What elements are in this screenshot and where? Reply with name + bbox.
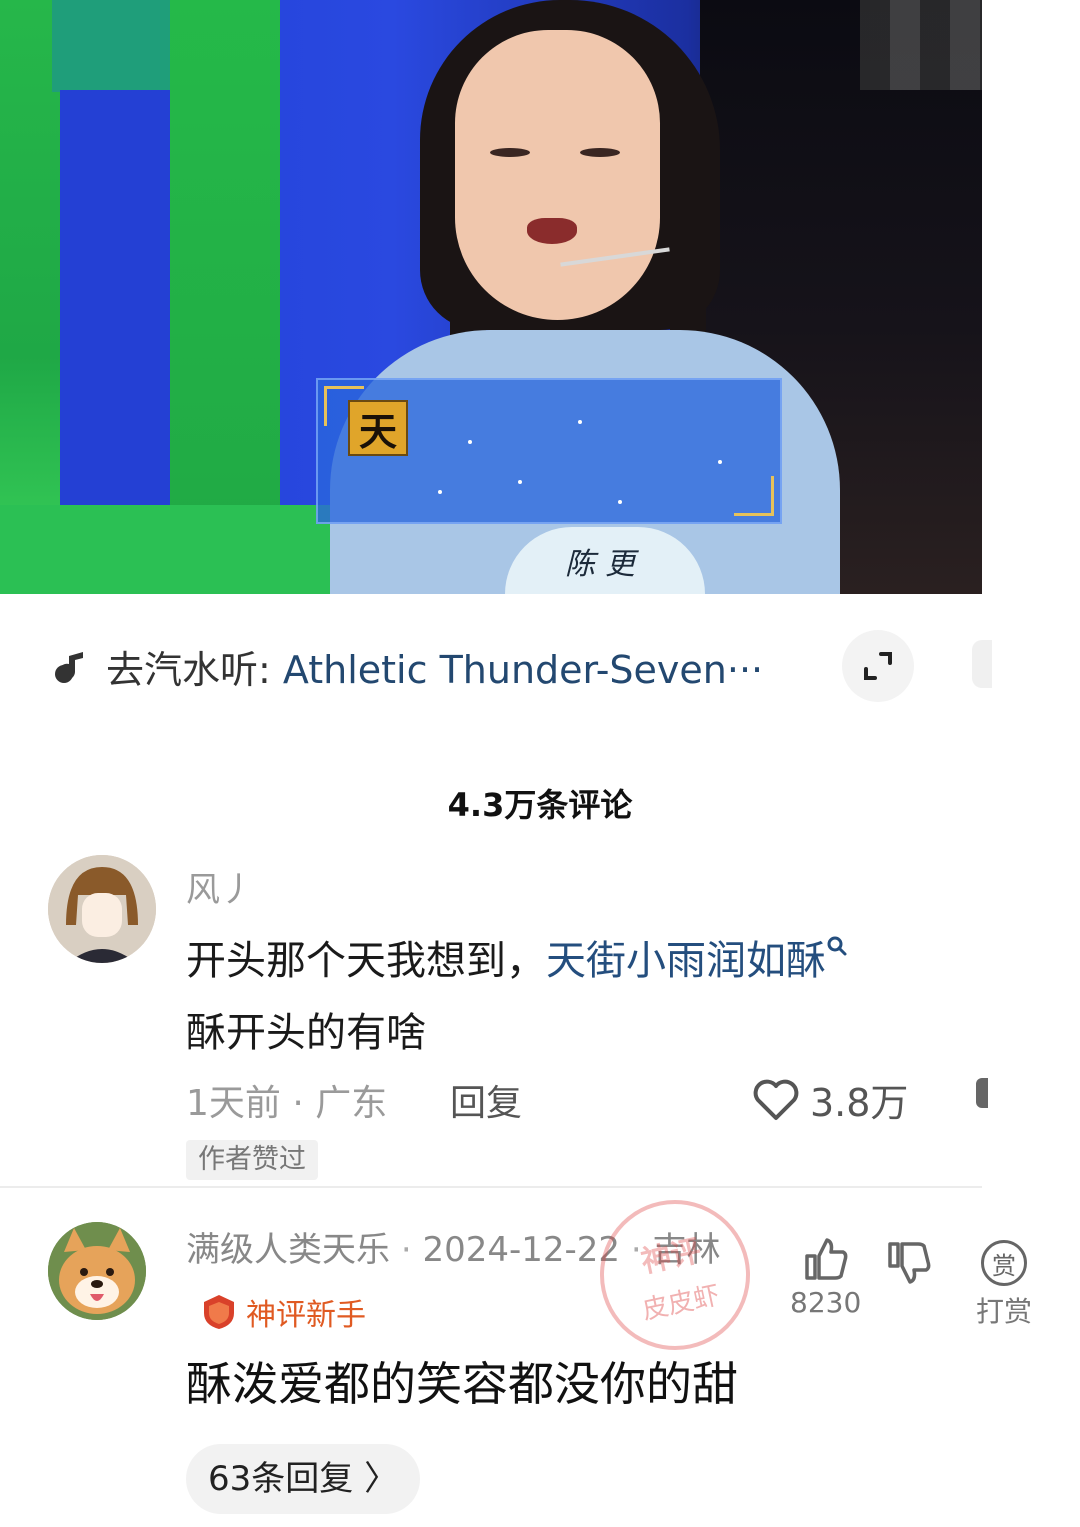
expand-button[interactable] [842, 630, 914, 702]
video-caption-box: 天 [316, 378, 782, 524]
video-background-blue [60, 90, 180, 510]
comment-count: 4.3万条评论 [447, 786, 633, 824]
video-background-green-floor [0, 505, 330, 594]
thumbs-down-button[interactable] [886, 1240, 932, 1286]
badge-icon [204, 1295, 234, 1329]
view-replies-button[interactable]: 63条回复 〉 [186, 1444, 421, 1514]
divider [0, 1186, 982, 1188]
edge-handle [976, 1078, 988, 1108]
like-button[interactable]: 3.8万 [752, 1072, 908, 1127]
like-count: 8230 [790, 1286, 862, 1319]
comment-text: 开头那个天我想到，天街小雨润如酥 酥开头的有啥 [186, 925, 946, 1069]
comment-username[interactable]: 满级人类天乐 · 2024-12-22 · 吉林 [186, 1222, 720, 1271]
video-player[interactable]: 陈更 天 [0, 0, 982, 594]
music-song: Athletic Thunder-Seven··· [282, 647, 764, 692]
avatar[interactable] [48, 855, 156, 963]
edge-handle [972, 640, 992, 688]
comment-text: 酥泼爱都的笑容都没你的甜 [186, 1357, 738, 1411]
watermark-stamp: 神评 皮皮虾 [586, 1186, 764, 1364]
reply-button[interactable]: 回复 [450, 1074, 522, 1126]
video-mosaic [860, 0, 982, 90]
music-bar[interactable]: 去汽水听: Athletic Thunder-Seven··· [50, 640, 763, 692]
reward-icon: 赏 [981, 1240, 1027, 1286]
heart-icon [753, 1079, 799, 1120]
search-icon [827, 936, 847, 956]
thumbs-up-icon [804, 1238, 848, 1280]
video-caption-char: 天 [348, 400, 408, 456]
comment-meta: 1天前 · 广东 [186, 1083, 388, 1124]
user-badge: 神评新手 [200, 1290, 366, 1334]
video-background-teal [52, 0, 170, 92]
author-liked-tag: 作者赞过 [186, 1140, 318, 1180]
like-count: 3.8万 [810, 1081, 909, 1125]
music-title[interactable]: 去汽水听: Athletic Thunder-Seven··· [106, 639, 763, 694]
reward-button[interactable]: 赏 打赏 [976, 1240, 1032, 1330]
expand-icon [864, 652, 892, 680]
search-link[interactable]: 天街小雨润如酥 [546, 936, 848, 984]
avatar[interactable] [48, 1222, 146, 1320]
thumbs-down-icon [888, 1242, 931, 1284]
comment-username[interactable]: 风丿 [186, 862, 254, 911]
thumbs-up-button[interactable]: 8230 [790, 1236, 861, 1319]
music-note-icon [50, 645, 92, 687]
